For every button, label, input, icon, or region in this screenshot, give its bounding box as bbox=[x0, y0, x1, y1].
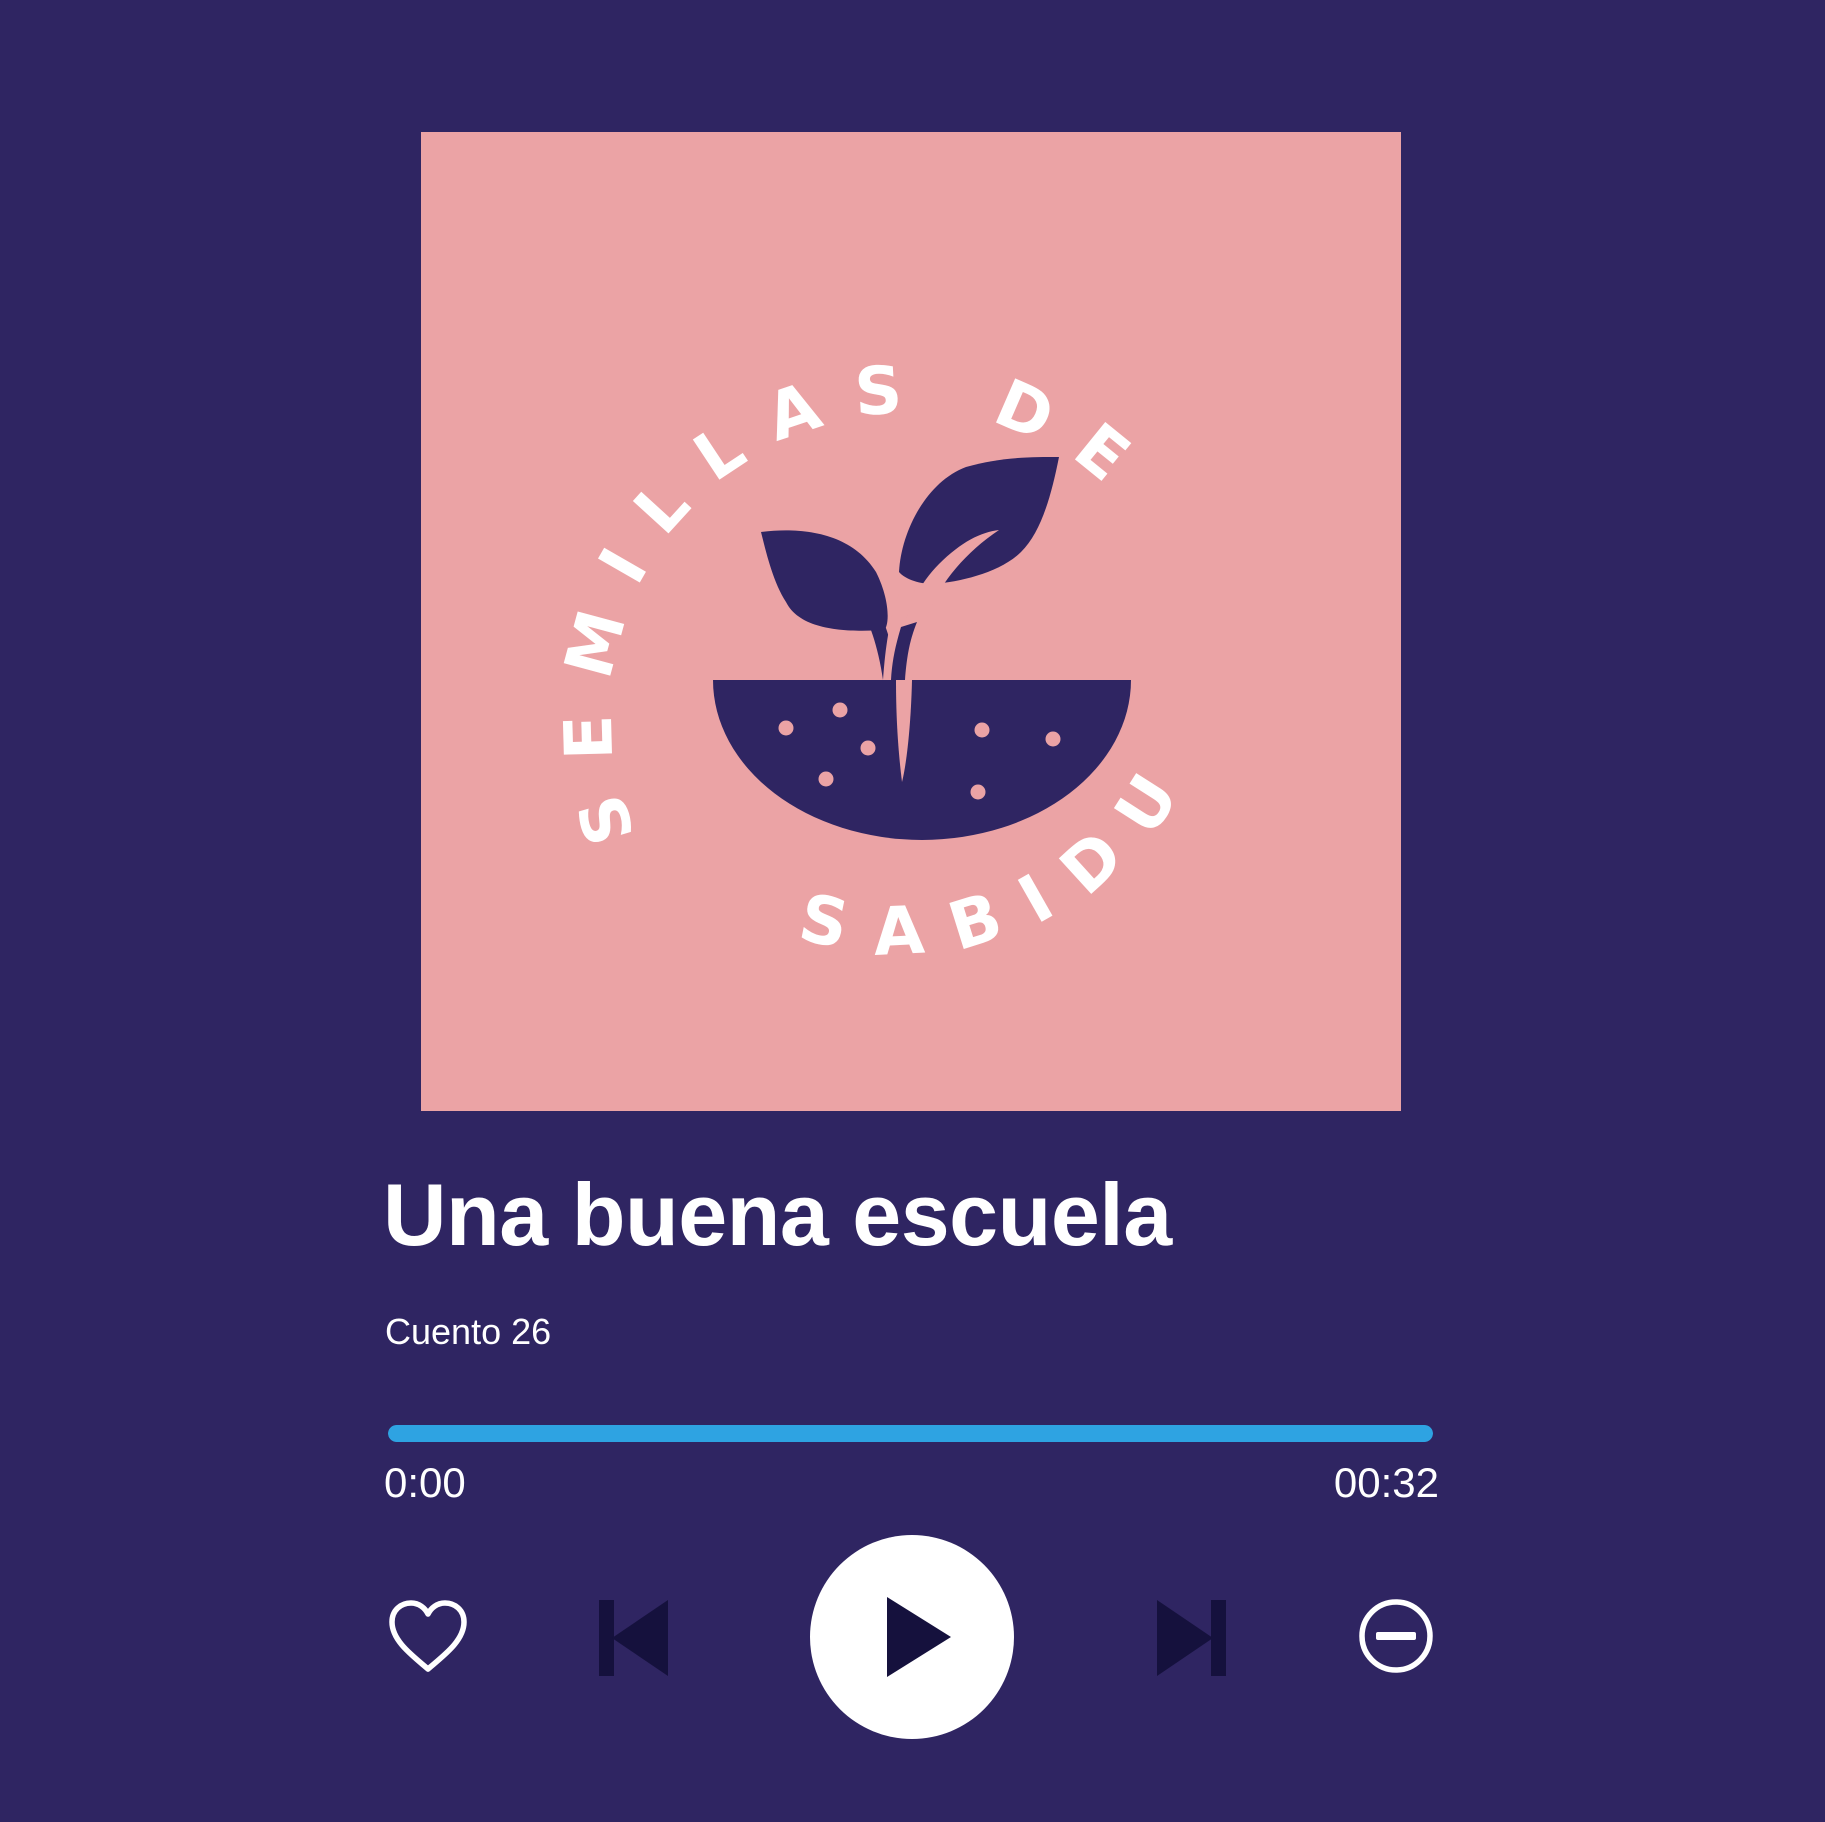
skip-next-icon bbox=[1157, 1600, 1226, 1676]
progress-bar[interactable] bbox=[388, 1425, 1433, 1442]
remove-circle-outline-icon bbox=[1359, 1599, 1433, 1673]
current-time: 0:00 bbox=[384, 1459, 466, 1506]
progress-fill bbox=[388, 1425, 1433, 1442]
previous-button[interactable] bbox=[596, 1598, 671, 1678]
sprout-emblem bbox=[713, 457, 1131, 840]
semillas-de-sabiduria-logo: SEMILLAS DE SABIDURIA bbox=[421, 132, 1179, 971]
skip-previous-icon bbox=[599, 1600, 668, 1676]
album-cover: SEMILLAS DE SABIDURIA bbox=[421, 132, 1401, 1111]
track-title: Una buena escuela bbox=[383, 1165, 1172, 1264]
total-time: 00:32 bbox=[1333, 1459, 1439, 1506]
heart-outline-icon bbox=[389, 1600, 467, 1672]
play-icon bbox=[887, 1597, 951, 1677]
play-button[interactable] bbox=[810, 1535, 1014, 1739]
player-screen: { "cover": { "logo_text_top": "SEMILLAS … bbox=[0, 0, 1825, 1822]
like-button[interactable] bbox=[388, 1599, 468, 1675]
next-button[interactable] bbox=[1154, 1598, 1229, 1678]
remove-button[interactable] bbox=[1357, 1597, 1435, 1675]
track-subtitle: Cuento 26 bbox=[385, 1311, 552, 1352]
